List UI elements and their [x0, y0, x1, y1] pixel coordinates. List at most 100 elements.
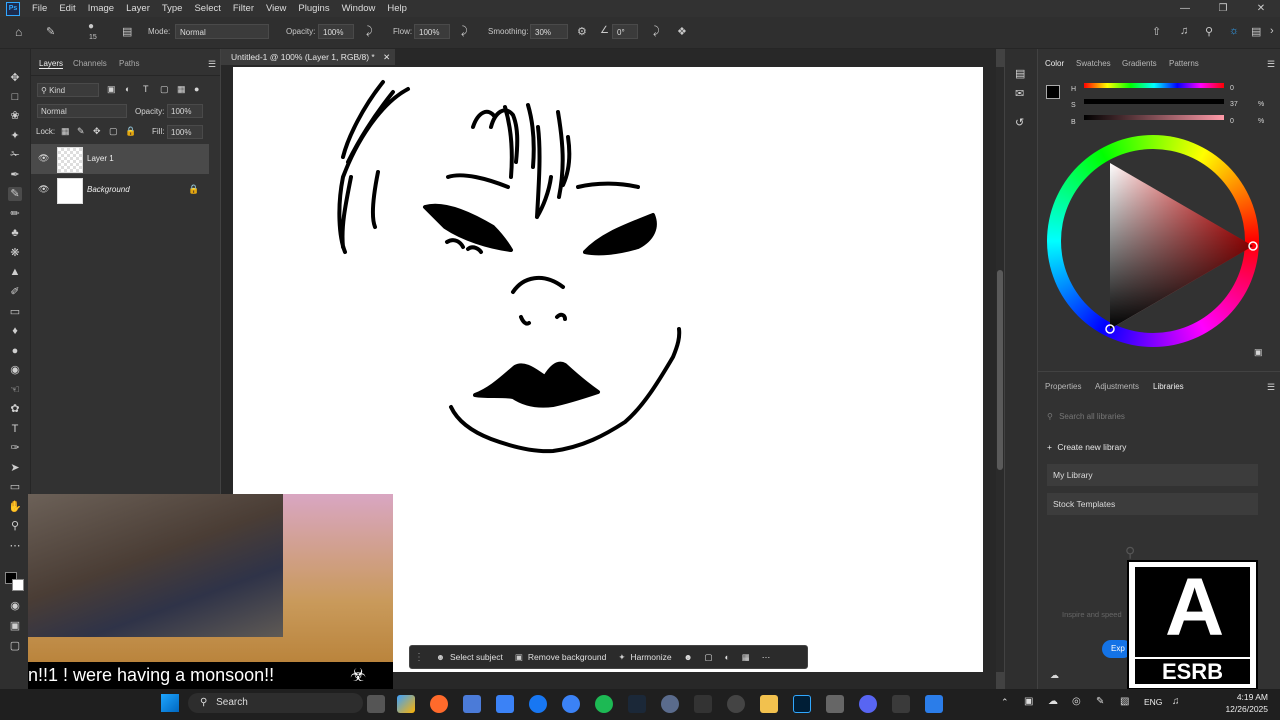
fill-input[interactable]: 100% — [167, 125, 203, 139]
library-item-stock-templates[interactable]: Stock Templates — [1047, 493, 1258, 515]
pen-tool-icon[interactable]: ✑ — [8, 441, 22, 455]
copilot-icon[interactable] — [397, 695, 415, 713]
tab-channels[interactable]: Channels — [73, 59, 107, 68]
discover-icon[interactable]: ☼ — [1229, 25, 1239, 37]
smudge-tool-icon[interactable]: ☜ — [8, 383, 22, 397]
volume-icon[interactable]: ♫ — [1172, 696, 1180, 707]
path-select-tool-icon[interactable]: ➤ — [8, 461, 22, 475]
close-tab-icon[interactable]: ✕ — [383, 52, 390, 62]
zoom-tool-icon[interactable]: ⚲ — [8, 519, 22, 533]
filter-smart-object-icon[interactable]: ▦ — [177, 84, 186, 95]
brush-tool-icon[interactable]: ✎ — [8, 187, 22, 201]
menu-edit[interactable]: Edit — [53, 3, 81, 14]
photoshop-taskbar-icon[interactable] — [793, 695, 811, 713]
adjust-icon[interactable]: ◐ — [725, 652, 730, 662]
more-tools-icon[interactable]: ⋯ — [8, 539, 22, 553]
airbrush-icon[interactable]: ⤸ — [461, 25, 468, 38]
layer-icon[interactable]: ▦ — [742, 652, 750, 663]
taskbar-search[interactable]: ⚲ Search — [188, 693, 363, 713]
library-search-field[interactable]: ⚲ Search all libraries — [1047, 410, 1258, 424]
settings-icon[interactable] — [661, 695, 679, 713]
wordpress-icon[interactable] — [562, 695, 580, 713]
task-view-icon[interactable] — [367, 695, 385, 713]
sponge-tool-icon[interactable]: ✿ — [8, 402, 22, 416]
language-indicator[interactable]: ENG — [1144, 697, 1162, 707]
symmetry-icon[interactable]: ❖ — [677, 25, 687, 38]
notepad-icon[interactable] — [496, 695, 514, 713]
brush-tip-icon[interactable]: ● — [88, 21, 94, 32]
remove-background-button[interactable]: ▣ Remove background — [515, 652, 606, 663]
saturation-brightness-triangle[interactable] — [1047, 135, 1259, 347]
close-button[interactable]: ✕ — [1242, 0, 1280, 17]
history-brush-tool-icon[interactable]: ❋ — [8, 246, 22, 260]
foreground-swatch[interactable] — [1046, 85, 1060, 99]
more-options-icon[interactable]: ⋯ — [762, 652, 771, 663]
vscode-icon[interactable] — [463, 695, 481, 713]
menu-file[interactable]: File — [26, 3, 53, 14]
drag-handle-icon[interactable]: ⋮ — [414, 652, 424, 663]
share-icon[interactable]: ⇧ — [1152, 25, 1161, 38]
search-icon[interactable]: ⚲ — [1205, 25, 1213, 38]
comments-strip-icon[interactable]: ✉ — [1015, 87, 1024, 100]
audio-app-icon[interactable] — [694, 695, 712, 713]
people-icon[interactable]: ☻ — [684, 652, 693, 662]
layer-row-background[interactable]: 👁 Background 🔒 — [31, 175, 209, 205]
lock-all-icon[interactable]: 🔒 — [125, 126, 136, 137]
move-tool-icon[interactable]: ✥ — [8, 71, 22, 85]
flow-input[interactable]: 100% — [414, 24, 450, 39]
menu-window[interactable]: Window — [336, 3, 382, 14]
hand-tool-icon[interactable]: ✋ — [8, 500, 22, 514]
taskbar-clock[interactable]: 4:19 AM 12/26/2025 — [1225, 691, 1268, 715]
cloud-icon[interactable]: ☁ — [1050, 670, 1059, 681]
tray-pen-icon[interactable]: ✎ — [1096, 696, 1104, 707]
menu-image[interactable]: Image — [82, 3, 120, 14]
menu-layer[interactable]: Layer — [120, 3, 156, 14]
obs-icon[interactable] — [727, 695, 745, 713]
type-tool-icon[interactable]: T — [8, 422, 22, 436]
tray-cloud-icon[interactable]: ☁ — [1048, 696, 1058, 707]
menu-type[interactable]: Type — [156, 3, 189, 14]
marquee-tool-icon[interactable]: □ — [8, 90, 22, 104]
quick-select-tool-icon[interactable]: ✦ — [8, 129, 22, 143]
steam-icon[interactable] — [628, 695, 646, 713]
transform-icon[interactable]: ▢ — [705, 652, 713, 663]
restore-button[interactable]: ❐ — [1204, 0, 1242, 17]
workspace-icon[interactable]: ▤ — [1251, 25, 1261, 38]
minimize-button[interactable]: — — [1166, 0, 1204, 17]
expand-icon[interactable]: ▣ — [1254, 347, 1263, 358]
opacity-input[interactable]: 100% — [318, 24, 354, 39]
panel-menu-icon[interactable]: ☰ — [1267, 382, 1275, 393]
document-tab[interactable]: Untitled-1 @ 100% (Layer 1, RGB/8) * ✕ — [221, 49, 395, 65]
background-color-swatch[interactable] — [12, 579, 24, 591]
b-value[interactable]: 0 — [1230, 118, 1234, 125]
filter-kind-select[interactable]: ⚲ Kind — [37, 83, 99, 97]
blur-tool-icon[interactable]: ● — [8, 344, 22, 358]
terminal-icon[interactable] — [892, 695, 910, 713]
menu-filter[interactable]: Filter — [227, 3, 260, 14]
tab-paths[interactable]: Paths — [119, 59, 139, 68]
paint-bucket-tool-icon[interactable]: ♦ — [8, 324, 22, 338]
tray-app2-icon[interactable]: ▧ — [1120, 696, 1129, 707]
layer-opacity-input[interactable]: 100% — [167, 104, 203, 118]
show-hidden-icons[interactable]: ⌃ — [1001, 697, 1009, 708]
stamp-tool-icon[interactable]: ▲ — [8, 265, 22, 279]
brush-preset-icon[interactable]: ✎ — [46, 25, 55, 38]
notifications-icon[interactable]: ♫ — [1180, 25, 1188, 37]
harmonize-button[interactable]: ✦ Harmonize — [618, 652, 671, 663]
s-value[interactable]: 37 — [1230, 101, 1238, 108]
filter-shape-icon[interactable]: ▢ — [160, 84, 169, 95]
create-library-button[interactable]: + Create new library — [1047, 442, 1126, 452]
layer-name[interactable]: Background — [87, 185, 130, 194]
filter-type-icon[interactable]: T — [143, 84, 149, 94]
layer-name[interactable]: Layer 1 — [87, 154, 114, 163]
tab-properties[interactable]: Properties — [1045, 382, 1081, 391]
filter-toggle-icon[interactable]: ● — [194, 84, 199, 94]
lock-position-icon[interactable]: ✥ — [93, 126, 101, 137]
smoothing-input[interactable]: 30% — [530, 24, 568, 39]
vertical-scrollbar-thumb[interactable] — [997, 270, 1003, 470]
library-item-my-library[interactable]: My Library — [1047, 464, 1258, 486]
tab-libraries[interactable]: Libraries — [1153, 382, 1184, 391]
screen-mode-icon[interactable]: ▣ — [8, 619, 22, 633]
libraries-strip-icon[interactable]: ▤ — [1015, 67, 1025, 80]
h-value[interactable]: 0 — [1230, 85, 1234, 92]
